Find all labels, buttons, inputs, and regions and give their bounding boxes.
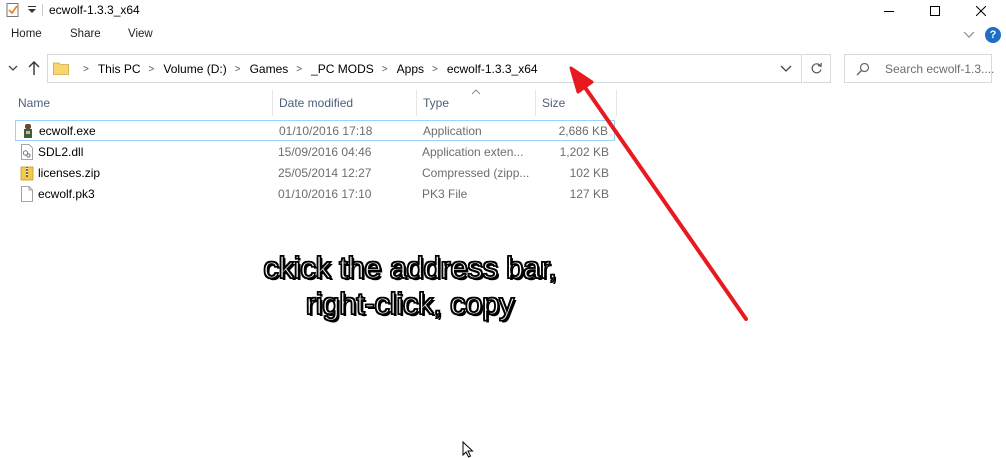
file-type: Compressed (zipp... (422, 166, 530, 180)
file-date: 15/09/2016 04:46 (278, 145, 372, 159)
file-row-ecwolf-exe[interactable]: ecwolf.exe 01/10/2016 17:18 Application … (15, 120, 615, 141)
breadcrumb-apps[interactable]: Apps (397, 62, 424, 76)
folder-icon (53, 62, 69, 75)
file-name: SDL2.dll (38, 145, 84, 159)
file-type: Application exten... (422, 145, 524, 159)
toolbar-divider (42, 4, 43, 16)
column-type[interactable]: Type (423, 96, 449, 110)
chevron-right-icon[interactable]: > (382, 64, 388, 75)
file-size: 1,202 KB (559, 145, 609, 159)
recent-locations-icon[interactable] (7, 62, 19, 74)
dll-icon (21, 144, 33, 160)
refresh-button[interactable] (803, 54, 831, 83)
annotation-caption: ckick the address bar, right-click, copy (200, 249, 620, 322)
chevron-down-icon[interactable] (780, 64, 792, 74)
up-arrow-icon[interactable] (27, 60, 41, 76)
chevron-right-icon[interactable]: > (235, 64, 241, 75)
file-name: licenses.zip (38, 166, 101, 180)
caption-line-2: right-click, copy (305, 285, 515, 322)
mouse-cursor-icon (462, 441, 474, 458)
file-size: 127 KB (569, 187, 609, 201)
file-type: Application (423, 124, 482, 138)
search-box[interactable]: Search ecwolf-1.3.... (844, 54, 995, 83)
help-icon[interactable]: ? (985, 27, 1001, 43)
file-row-ecwolf-pk3[interactable]: ecwolf.pk3 01/10/2016 17:10 PK3 File 127… (15, 184, 615, 205)
maximize-button[interactable] (912, 0, 958, 22)
column-divider[interactable] (616, 90, 617, 116)
file-date: 01/10/2016 17:18 (279, 124, 373, 138)
caption-line-1: ckick the address bar, (263, 249, 558, 286)
tab-share[interactable]: Share (70, 28, 101, 40)
column-divider[interactable] (272, 90, 273, 116)
column-size[interactable]: Size (542, 96, 565, 110)
file-size: 102 KB (569, 166, 609, 180)
chevron-right-icon[interactable]: > (149, 64, 155, 75)
column-date-modified[interactable]: Date modified (279, 96, 353, 110)
zip-folder-icon (20, 166, 34, 181)
chevron-right-icon[interactable]: > (296, 64, 302, 75)
column-divider[interactable] (535, 90, 536, 116)
close-button[interactable] (958, 0, 1004, 22)
breadcrumb-this-pc[interactable]: This PC (98, 62, 141, 76)
quick-access-dropdown-icon[interactable] (26, 4, 38, 16)
minimize-icon (884, 11, 894, 12)
properties-check-icon[interactable] (5, 2, 21, 18)
window-title: ecwolf-1.3.3_x64 (49, 3, 140, 17)
breadcrumb-games[interactable]: Games (250, 62, 289, 76)
close-icon (976, 6, 986, 16)
breadcrumb: > This PC > Volume (D:) > Games > _PC MO… (75, 62, 538, 76)
column-divider[interactable] (416, 90, 417, 116)
file-name: ecwolf.pk3 (38, 187, 95, 201)
search-placeholder: Search ecwolf-1.3.... (885, 62, 995, 76)
navigation-bar: > This PC > Volume (D:) > Games > _PC MO… (0, 48, 1006, 88)
chevron-right-icon[interactable]: > (83, 64, 89, 75)
title-bar: ecwolf-1.3.3_x64 (0, 0, 1006, 22)
maximize-icon (930, 6, 940, 16)
minimize-button[interactable] (866, 0, 912, 22)
file-date: 01/10/2016 17:10 (278, 187, 372, 201)
expand-ribbon-icon[interactable] (963, 29, 975, 39)
exe-icon (24, 124, 32, 138)
breadcrumb-volume-d[interactable]: Volume (D:) (163, 62, 226, 76)
file-size: 2,686 KB (558, 124, 608, 138)
tab-view[interactable]: View (128, 28, 153, 40)
file-row-sdl2-dll[interactable]: SDL2.dll 15/09/2016 04:46 Application ex… (15, 142, 615, 163)
file-icon (21, 186, 33, 202)
ribbon-tabs: Home Share View ? (0, 22, 1006, 48)
file-row-licenses-zip[interactable]: licenses.zip 25/05/2014 12:27 Compressed… (15, 163, 615, 184)
tab-home[interactable]: Home (11, 28, 42, 40)
column-headers: Name Date modified Type Size (0, 88, 1006, 116)
chevron-right-icon[interactable]: > (432, 64, 438, 75)
file-date: 25/05/2014 12:27 (278, 166, 372, 180)
sort-ascending-icon (471, 89, 481, 95)
refresh-icon (811, 62, 822, 74)
column-name[interactable]: Name (18, 96, 50, 110)
breadcrumb-ecwolf[interactable]: ecwolf-1.3.3_x64 (447, 62, 538, 76)
address-bar[interactable]: > This PC > Volume (D:) > Games > _PC MO… (47, 54, 802, 83)
file-type: PK3 File (422, 187, 468, 201)
search-icon (856, 62, 870, 76)
breadcrumb-pc-mods[interactable]: _PC MODS (311, 62, 374, 76)
file-name: ecwolf.exe (39, 124, 96, 138)
